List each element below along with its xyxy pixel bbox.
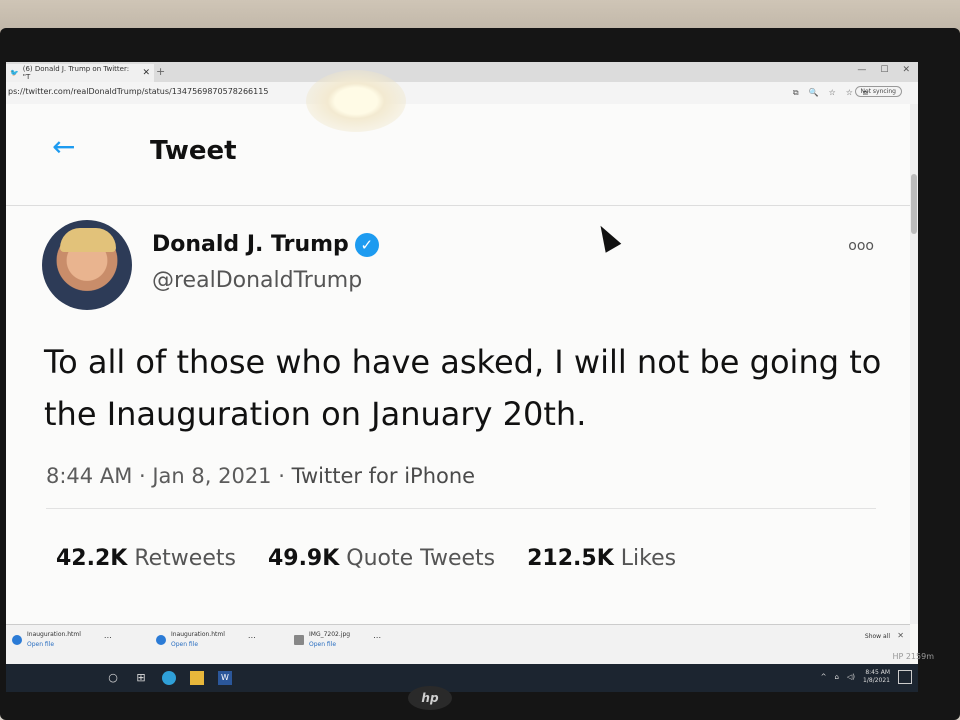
author-name: Donald J. Trump <box>152 232 349 257</box>
author-handle[interactable]: @realDonaldTrump <box>152 268 362 293</box>
retweets-label: Retweets <box>134 546 236 571</box>
taskbar-icons: ○ ⊞ W <box>106 671 232 685</box>
header-divider <box>6 205 910 206</box>
close-tab-icon[interactable]: ✕ <box>142 68 150 78</box>
lamp-reflection <box>306 70 406 132</box>
clock-date: 1/8/2021 <box>863 677 890 684</box>
tweet-source[interactable]: Twitter for iPhone <box>292 464 476 488</box>
avatar[interactable] <box>42 220 132 310</box>
monitor-brand-logo: hp <box>408 686 452 710</box>
edge-file-icon <box>12 635 22 645</box>
notifications-icon[interactable] <box>898 670 912 684</box>
favorites-list-icon[interactable]: ☆ <box>846 88 853 98</box>
tweet-timestamp[interactable]: 8:44 AM · Jan 8, 2021 <box>46 464 272 488</box>
likes-label: Likes <box>620 546 677 571</box>
scrollbar[interactable] <box>910 104 918 624</box>
taskbar: ○ ⊞ W ^ ⌂ ◁) 8:45 AM 1/8/2021 <box>6 664 918 692</box>
system-tray: ^ ⌂ ◁) 8:45 AM 1/8/2021 <box>821 669 890 685</box>
browser-tab[interactable]: 🐦 (6) Donald J. Trump on Twitter: "T ✕ <box>6 64 154 82</box>
close-window-icon[interactable]: ✕ <box>902 65 910 75</box>
download-item[interactable]: Inauguration.html Open file … <box>156 631 256 648</box>
likes-stat[interactable]: 212.5K Likes <box>527 546 676 571</box>
download-item[interactable]: IMG_7202.jpg Open file … <box>294 631 381 648</box>
quote-tweets-label: Quote Tweets <box>346 546 496 571</box>
download-more-icon[interactable]: … <box>248 631 256 648</box>
retweets-count: 42.2K <box>56 546 128 571</box>
quote-tweets-count: 49.9K <box>267 546 340 571</box>
download-open-link[interactable]: Open file <box>171 641 225 648</box>
retweets-stat[interactable]: 42.2K Retweets <box>56 546 236 571</box>
twitter-bird-icon: 🐦 <box>10 69 19 77</box>
word-icon[interactable]: W <box>218 671 232 685</box>
tweet-page: ← Tweet Donald J. Trump ✓ @realDonaldTru… <box>6 104 910 624</box>
task-view-icon[interactable]: ⊞ <box>134 671 148 685</box>
url-field[interactable]: ps://twitter.com/realDonaldTrump/status/… <box>8 87 268 96</box>
network-icon[interactable]: ⌂ <box>834 673 838 681</box>
download-item[interactable]: Inauguration.html Open file … <box>12 631 112 648</box>
zoom-icon[interactable]: 🔍 <box>809 88 819 98</box>
more-options-icon[interactable]: ooo <box>848 238 874 254</box>
window-controls: — ☐ ✕ <box>857 65 910 75</box>
download-more-icon[interactable]: … <box>104 631 112 648</box>
monitor-model: HP 2159m <box>892 652 934 661</box>
quote-tweets-stat[interactable]: 49.9K Quote Tweets <box>268 546 495 571</box>
minimize-icon[interactable]: — <box>857 65 866 75</box>
show-all-downloads-button[interactable]: Show all <box>865 633 890 640</box>
likes-count: 212.5K <box>527 546 614 571</box>
image-file-icon <box>294 635 304 645</box>
mouse-cursor <box>592 221 622 253</box>
tray-chevron-icon[interactable]: ^ <box>821 673 827 681</box>
maximize-icon[interactable]: ☐ <box>880 65 888 75</box>
favorite-star-icon[interactable]: ☆ <box>829 88 836 98</box>
scrollbar-thumb[interactable] <box>911 174 917 234</box>
tweet-text: To all of those who have asked, I will n… <box>44 343 882 433</box>
tweet-meta: 8:44 AM · Jan 8, 2021 · Twitter for iPho… <box>46 464 475 488</box>
download-filename: Inauguration.html <box>171 631 225 638</box>
clock-time: 8:45 AM <box>865 669 890 676</box>
download-more-icon[interactable]: … <box>373 631 381 648</box>
download-open-link[interactable]: Open file <box>27 641 81 648</box>
volume-icon[interactable]: ◁) <box>847 673 855 681</box>
close-downloads-icon[interactable]: ✕ <box>897 631 904 640</box>
tweet-stats: 42.2K Retweets 49.9K Quote Tweets 212.5K… <box>56 546 676 571</box>
back-arrow-icon[interactable]: ← <box>52 130 75 163</box>
address-bar: ps://twitter.com/realDonaldTrump/status/… <box>6 82 918 105</box>
download-filename: IMG_7202.jpg <box>309 631 351 638</box>
browser-tab-bar: 🐦 (6) Donald J. Trump on Twitter: "T ✕ +… <box>6 62 918 82</box>
monitor-screen: 🐦 (6) Donald J. Trump on Twitter: "T ✕ +… <box>6 62 918 692</box>
edge-file-icon <box>156 635 166 645</box>
tab-title: (6) Donald J. Trump on Twitter: "T <box>22 65 130 81</box>
meta-divider <box>46 508 876 509</box>
open-in-app-icon[interactable]: ⧉ <box>793 88 799 98</box>
page-title: Tweet <box>150 136 237 166</box>
verified-badge-icon: ✓ <box>354 232 379 257</box>
download-open-link[interactable]: Open file <box>309 641 350 648</box>
download-filename: Inauguration.html <box>27 631 81 638</box>
search-icon[interactable]: ○ <box>106 671 120 685</box>
profile-not-syncing-button[interactable]: Not syncing <box>854 86 902 97</box>
file-explorer-icon[interactable] <box>190 671 204 685</box>
new-tab-icon[interactable]: + <box>156 65 165 78</box>
author-name-row[interactable]: Donald J. Trump ✓ <box>152 232 379 257</box>
meta-separator: · <box>278 464 285 488</box>
clock[interactable]: 8:45 AM 1/8/2021 <box>863 669 890 685</box>
edge-icon[interactable] <box>162 671 176 685</box>
downloads-bar: Inauguration.html Open file … Inauguratio… <box>6 624 910 665</box>
